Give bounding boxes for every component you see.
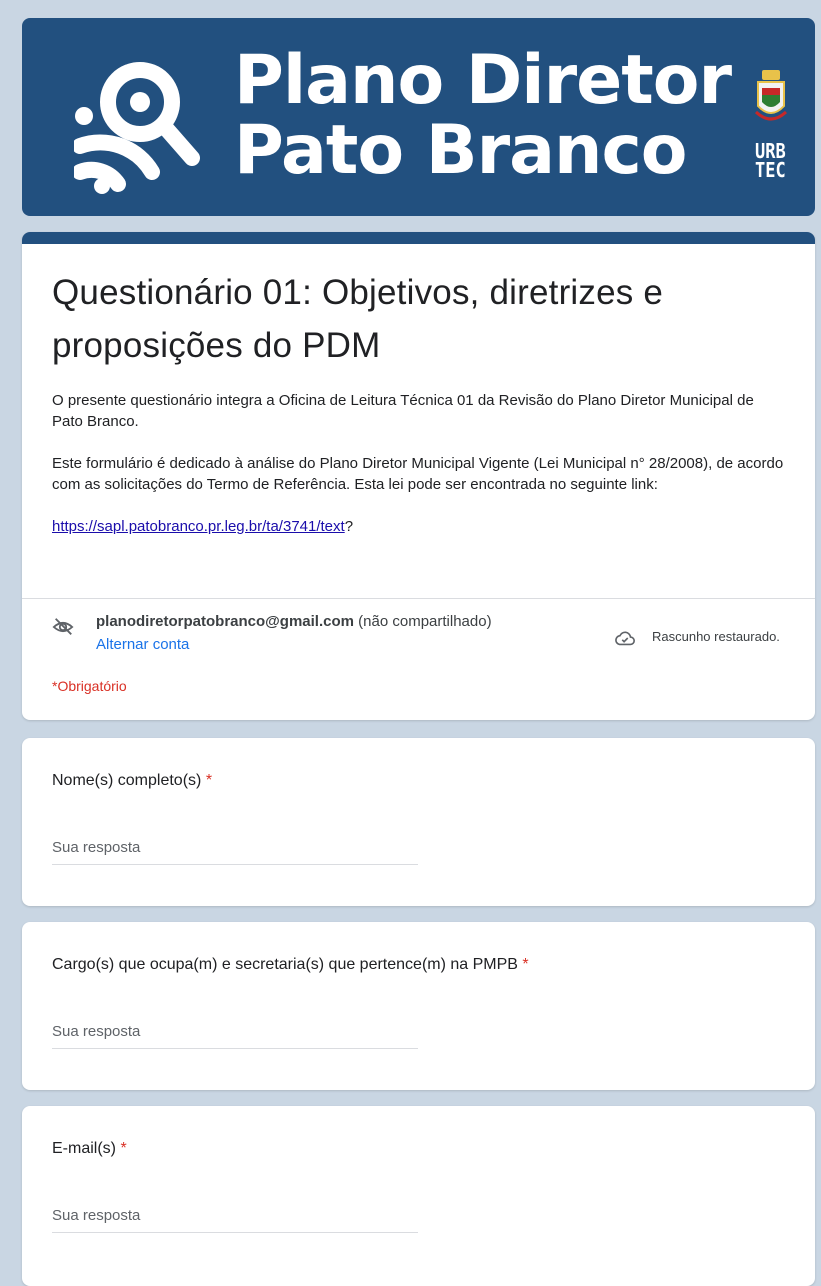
form-header-card: Questionário 01: Objetivos, diretrizes e…: [22, 232, 815, 720]
question-label: Cargo(s) que ocupa(m) e secretaria(s) qu…: [52, 956, 529, 974]
share-status: (não compartilhado): [354, 613, 492, 630]
form-title: Questionário 01: Objetivos, diretrizes e…: [52, 273, 664, 365]
divider: [22, 598, 815, 599]
crest-icon: [754, 70, 788, 121]
name-input[interactable]: [52, 830, 418, 865]
question-card-name: Nome(s) completo(s) *: [22, 738, 815, 906]
draft-status: Rascunho restaurado.: [652, 629, 780, 644]
partner-logo: URB TEC: [755, 141, 786, 182]
description-paragraph-2: Este formulário é dedicado à análise do …: [52, 455, 784, 493]
required-star: *: [120, 1140, 127, 1157]
email-input[interactable]: [52, 1198, 418, 1233]
required-note: *Obrigatório: [52, 678, 127, 694]
cloud-check-icon: [615, 631, 635, 646]
question-card-email: E-mail(s) *: [22, 1106, 815, 1286]
form-description: O presente questionário integra a Oficin…: [52, 390, 785, 537]
logo-mark-icon: [74, 62, 200, 194]
banner-title-line2: Pato Branco: [234, 111, 687, 190]
partner-line2: TEC: [755, 158, 786, 182]
account-email-address: planodiretorpatobranco@gmail.com: [96, 613, 354, 630]
banner-title-line1: Plano Diretor: [234, 41, 732, 120]
law-link[interactable]: https://sapl.patobranco.pr.leg.br/ta/374…: [52, 518, 345, 535]
eye-off-icon: [52, 618, 74, 635]
card-accent-bar: [22, 232, 815, 244]
question-label: Nome(s) completo(s) *: [52, 772, 212, 790]
banner-title: Plano Diretor Pato Branco: [234, 41, 732, 190]
role-input[interactable]: [52, 1014, 418, 1049]
question-card-role: Cargo(s) que ocupa(m) e secretaria(s) qu…: [22, 922, 815, 1090]
account-email: planodiretorpatobranco@gmail.com (não co…: [96, 613, 492, 630]
form-page: Plano Diretor Pato Branco URB TEC Questi…: [0, 0, 821, 1286]
header-banner: Plano Diretor Pato Branco URB TEC: [22, 18, 815, 216]
required-star: *: [522, 956, 529, 973]
question-text: Nome(s) completo(s): [52, 772, 202, 789]
link-suffix: ?: [344, 518, 354, 535]
question-text: Cargo(s) que ocupa(m) e secretaria(s) qu…: [52, 956, 518, 973]
required-star: *: [205, 772, 213, 789]
switch-account-link[interactable]: Alternar conta: [96, 636, 189, 653]
description-link-line: https://sapl.patobranco.pr.leg.br/ta/374…: [52, 516, 785, 537]
description-paragraph-1: O presente questionário integra a Oficin…: [52, 392, 754, 430]
question-label: E-mail(s) *: [52, 1140, 127, 1158]
question-text: E-mail(s): [52, 1140, 116, 1157]
account-row: planodiretorpatobranco@gmail.com (não co…: [52, 613, 787, 657]
